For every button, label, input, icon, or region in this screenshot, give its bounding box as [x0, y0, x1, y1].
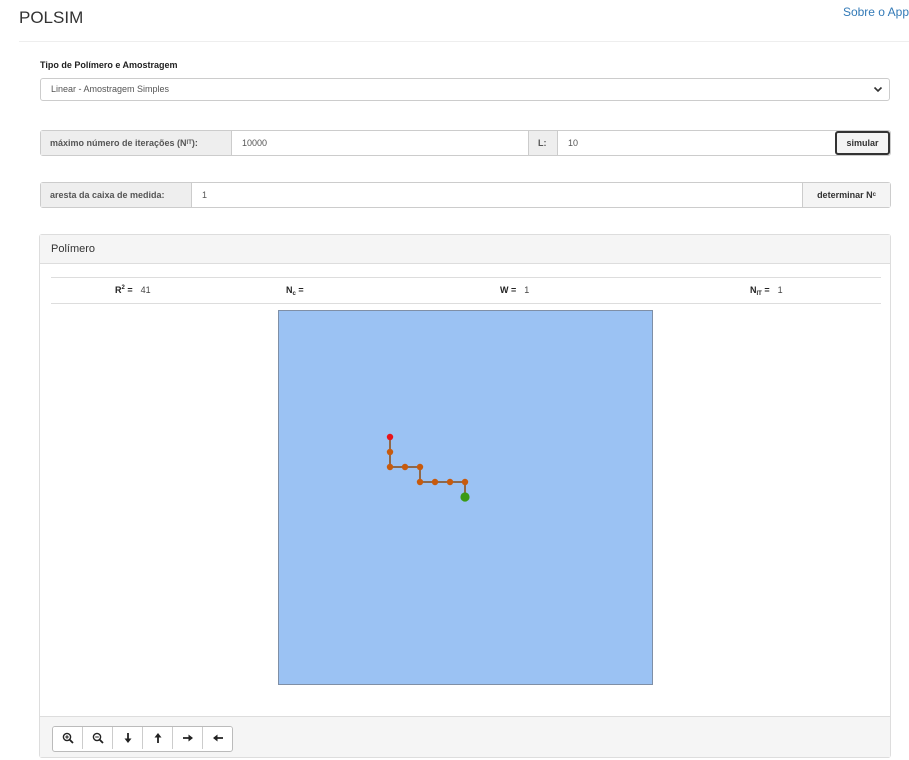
- lattice-canvas[interactable]: [278, 310, 653, 685]
- monomer: [446, 478, 454, 486]
- about-link[interactable]: Sobre o App: [843, 5, 909, 19]
- stat-nit-value: 1: [777, 285, 783, 295]
- monomer: [386, 448, 394, 456]
- monomer: [461, 478, 469, 486]
- move-up-button[interactable]: [143, 727, 173, 749]
- measure-input-group: aresta da caixa de medida: 1 determinar …: [40, 182, 891, 208]
- move-left-button[interactable]: [203, 727, 232, 749]
- polymer-type-selected: Linear - Amostragem Simples: [51, 84, 170, 94]
- zoom-out-button[interactable]: [83, 727, 113, 749]
- zoom-in-button[interactable]: [53, 727, 83, 749]
- monomer: [431, 478, 439, 486]
- chain-end-monomer: [460, 492, 470, 502]
- panel-title: Polímero: [40, 235, 890, 264]
- stat-w-value: 1: [524, 285, 530, 295]
- polymer-chain-graphic: [386, 433, 470, 502]
- stats-row: R2 = 41 Nc = W = 1 NIT = 1: [51, 277, 881, 304]
- l-input[interactable]: 10: [558, 131, 835, 155]
- simulation-input-group: máximo número de iterações (N IT): 10000 …: [40, 130, 891, 156]
- polymer-panel: Polímero R2 = 41 Nc = W = 1 NIT = 1: [39, 234, 891, 758]
- arrow-left-icon: [212, 734, 223, 742]
- navbar-divider: [19, 41, 909, 42]
- arrow-right-icon: [182, 734, 193, 742]
- stat-r2: R2 = 41: [115, 285, 151, 295]
- view-controls: [52, 726, 233, 752]
- panel-footer: [40, 716, 890, 757]
- polymer-type-label: Tipo de Polímero e Amostragem: [40, 60, 178, 70]
- stat-r2-value: 41: [140, 285, 151, 295]
- chevron-down-icon: [873, 86, 883, 93]
- stat-w: W = 1: [500, 285, 530, 295]
- arrow-down-icon: [124, 733, 131, 743]
- determine-nc-button[interactable]: determinar Nc: [802, 183, 890, 207]
- monomer: [416, 478, 424, 486]
- stat-nit: NIT = 1: [750, 285, 783, 297]
- max-iterations-input[interactable]: 10000: [232, 131, 528, 155]
- navbar: POLSIM Sobre o App: [0, 0, 909, 40]
- move-right-button[interactable]: [173, 727, 203, 749]
- arrow-up-icon: [154, 733, 161, 743]
- monomer: [386, 463, 394, 471]
- app-title[interactable]: POLSIM: [19, 8, 83, 28]
- polymer-type-select[interactable]: Linear - Amostragem Simples: [40, 78, 890, 101]
- l-label: L:: [528, 131, 558, 155]
- box-edge-label: aresta da caixa de medida:: [41, 183, 192, 207]
- simulate-button[interactable]: simular: [835, 131, 890, 155]
- monomer: [416, 463, 424, 471]
- box-edge-input[interactable]: 1: [192, 183, 802, 207]
- monomer: [401, 463, 409, 471]
- chain-start-monomer: [386, 433, 394, 441]
- stat-nc: Nc =: [286, 285, 304, 297]
- move-down-button[interactable]: [113, 727, 143, 749]
- max-iterations-label: máximo número de iterações (N IT):: [41, 131, 232, 155]
- zoom-in-icon: [62, 732, 74, 744]
- zoom-out-icon: [92, 732, 104, 744]
